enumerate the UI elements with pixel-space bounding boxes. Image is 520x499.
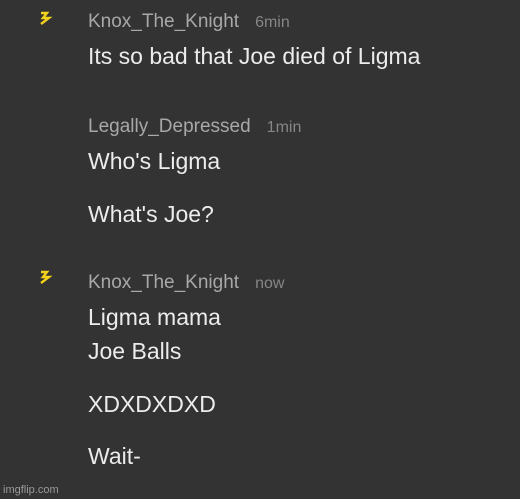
- lightning-bolt-icon: [40, 11, 53, 25]
- timestamp: 1min: [266, 119, 302, 136]
- message-text: Joe Balls: [88, 338, 182, 364]
- username[interactable]: Legally_Depressed: [88, 116, 251, 138]
- message-header: Legally_Depressed 1min: [88, 116, 301, 138]
- message-text: What's Joe?: [88, 201, 214, 227]
- message-text: Ligma mama: [88, 304, 221, 330]
- message-text: XDXDXDXD: [88, 391, 216, 417]
- watermark-text: imgflip.com: [3, 484, 59, 496]
- message-text: Its so bad that Joe died of Ligma: [88, 43, 421, 69]
- username[interactable]: Knox_The_Knight: [88, 272, 239, 294]
- message-text: Wait-: [88, 443, 141, 469]
- timestamp: now: [255, 275, 285, 292]
- message-header: Knox_The_Knight 6min: [88, 11, 290, 33]
- message-text: Who's Ligma: [88, 148, 221, 174]
- username[interactable]: Knox_The_Knight: [88, 11, 239, 33]
- lightning-bolt-icon: [40, 270, 53, 284]
- timestamp: 6min: [255, 14, 290, 31]
- message-header: Knox_The_Knight now: [88, 272, 284, 294]
